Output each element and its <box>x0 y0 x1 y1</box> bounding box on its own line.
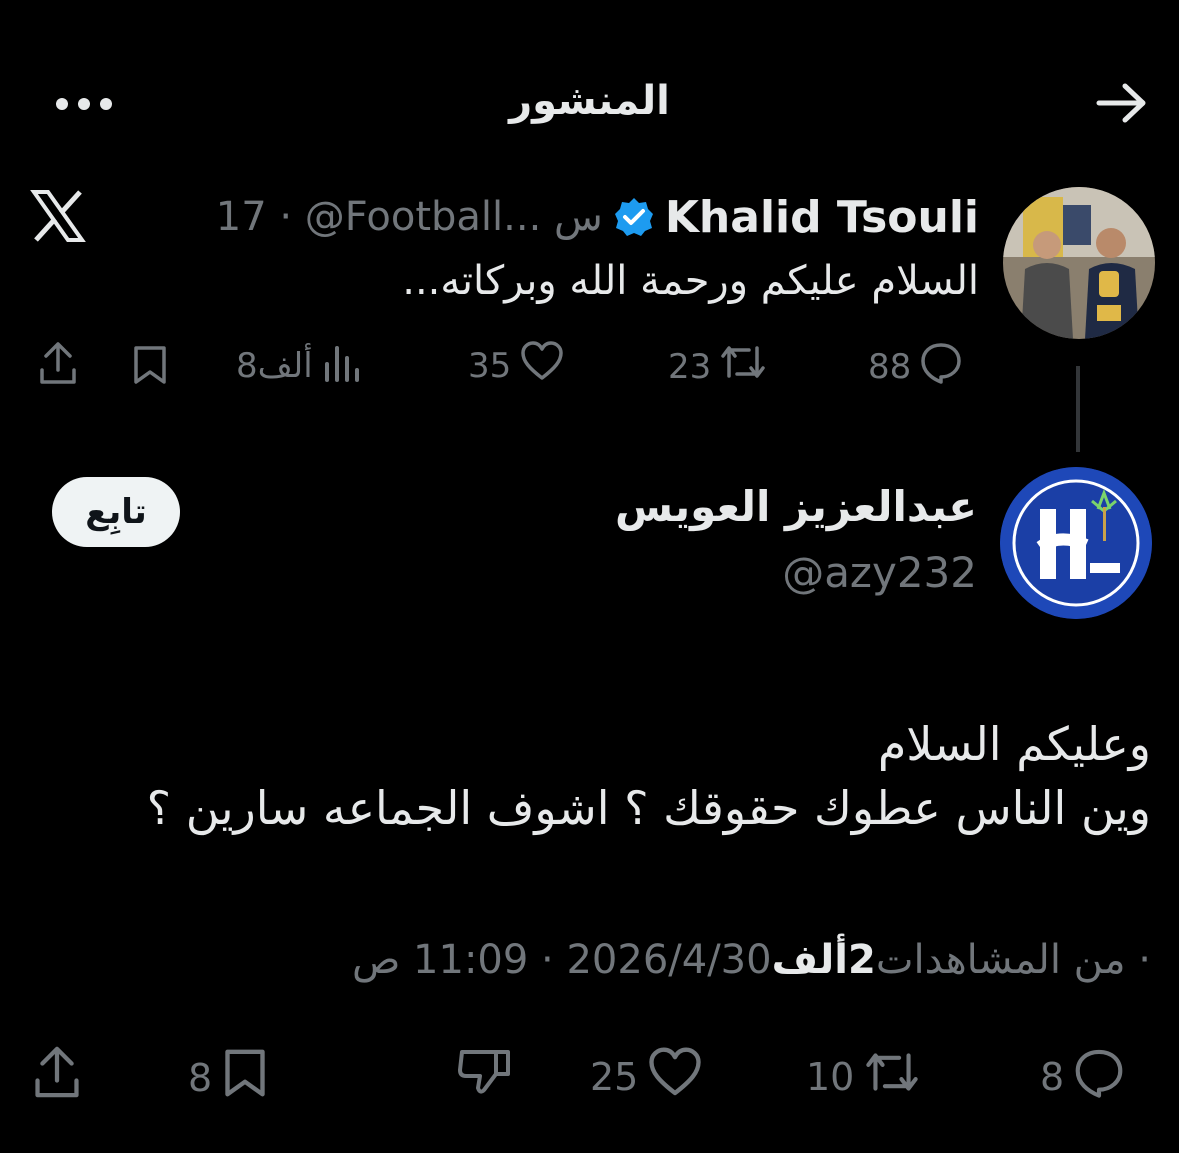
reply-icon <box>1072 1046 1126 1107</box>
parent-meta: 17 · @Football... س <box>215 194 603 240</box>
repost-icon <box>862 1046 922 1107</box>
parent-header: Khalid Tsouli 17 · @Football... س <box>216 188 979 246</box>
page-title: المنشور <box>509 78 670 124</box>
reply-tweet-text: وعليكم السلام وين الناس عطوك حقوقك ؟ اشو… <box>147 712 1151 840</box>
reply-action-main[interactable]: 8 <box>1040 1046 1126 1107</box>
heart-icon <box>646 1046 704 1107</box>
views-count: 8ألف <box>236 345 313 386</box>
reply-count-main: 8 <box>1040 1054 1065 1099</box>
analytics-icon <box>321 340 361 391</box>
like-action[interactable]: 35 <box>468 340 565 391</box>
share-icon[interactable] <box>30 1044 84 1100</box>
dislike-icon[interactable] <box>456 1044 514 1098</box>
reply-icon <box>919 340 963 393</box>
like-count-main: 25 <box>590 1054 639 1099</box>
follow-button[interactable]: تابِع <box>52 477 180 547</box>
parent-tweet-text: السلام عليكم ورحمة الله وبركاته... <box>402 258 979 304</box>
bookmark-icon[interactable] <box>130 344 170 386</box>
heart-icon <box>519 340 565 391</box>
repost-icon <box>719 340 767 393</box>
views-action[interactable]: 8ألف <box>236 340 361 391</box>
reply-text-line-2: وين الناس عطوك حقوقك ؟ اشوف الجماعه ساري… <box>146 781 1151 835</box>
bookmark-icon <box>220 1046 270 1109</box>
repost-action[interactable]: 23 <box>668 340 767 393</box>
reply-author-name[interactable]: عبدالعزيز العويس <box>615 482 977 531</box>
tweet-timestamp: من المشاهدات2ألف2026/4/30 · 11:09 ص · <box>352 937 1151 983</box>
repost-count-main: 10 <box>806 1054 855 1099</box>
like-count: 35 <box>468 345 512 386</box>
thread-line <box>1076 366 1080 452</box>
like-action-main[interactable]: 25 <box>590 1046 704 1107</box>
bookmark-action-main[interactable]: 8 <box>188 1046 270 1109</box>
reply-action[interactable]: 88 <box>868 340 963 393</box>
more-options-icon[interactable] <box>52 94 116 114</box>
x-logo-icon <box>30 190 86 242</box>
parent-avatar[interactable] <box>1003 187 1155 339</box>
bookmark-count-main: 8 <box>188 1055 213 1100</box>
share-icon[interactable] <box>36 340 80 386</box>
repost-count: 23 <box>668 346 712 387</box>
verified-badge-icon <box>613 196 655 238</box>
views-count-bold: 2ألف <box>771 937 876 983</box>
views-suffix: من المشاهدات <box>875 937 1126 983</box>
reply-count: 88 <box>868 346 912 387</box>
parent-author-name[interactable]: Khalid Tsouli <box>665 192 979 243</box>
repost-action-main[interactable]: 10 <box>806 1046 922 1107</box>
reply-author-handle[interactable]: @azy232 <box>782 548 977 597</box>
reply-text-line-1: وعليكم السلام <box>877 717 1151 771</box>
reply-avatar[interactable] <box>1000 467 1152 619</box>
